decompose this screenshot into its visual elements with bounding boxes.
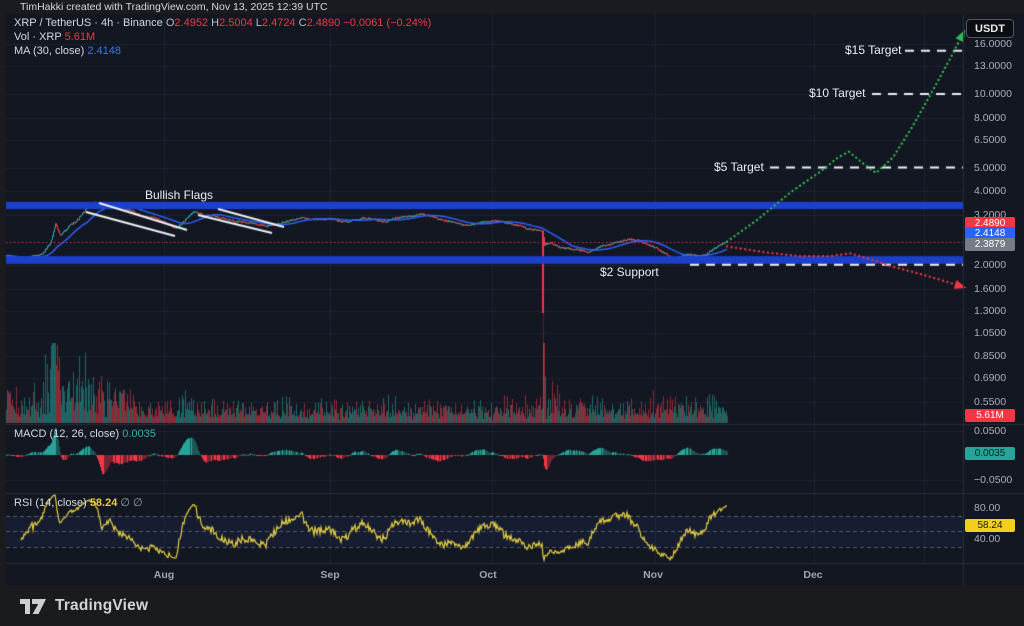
rsi-hidden-plots-icon[interactable]: ∅ ∅	[120, 497, 142, 509]
bottom-bar: TradingView	[0, 585, 1024, 626]
time-axis-label: Nov	[643, 569, 663, 581]
macd-value: 0.0035	[122, 428, 156, 440]
annotation-5-target[interactable]: $5 Target	[714, 160, 764, 174]
tradingview-logo-icon	[20, 598, 47, 615]
price-axis-label: 10.0000	[974, 88, 1012, 100]
legend: XRP / TetherUS · 4h · Binance O2.4952 H2…	[14, 17, 431, 59]
price-axis-label: 0.6900	[974, 372, 1006, 384]
price-change: −0.0061 (−0.24%)	[343, 17, 431, 29]
price-axis-label: 40.00	[974, 533, 1000, 545]
price-axis-label: 1.6000	[974, 283, 1006, 295]
macd-label[interactable]: MACD (12, 26, close)	[14, 428, 119, 440]
price-axis-label: 1.3000	[974, 305, 1006, 317]
volume-value: 5.61M	[65, 31, 96, 43]
ohlc-value: 2.4724	[262, 17, 296, 29]
price-axis-label: 1.0500	[974, 327, 1006, 339]
price-axis-label: 13.0000	[974, 60, 1012, 72]
price-axis-label: 80.00	[974, 502, 1000, 514]
price-tag: 0.0035	[965, 447, 1015, 460]
tradingview-logo[interactable]: TradingView	[20, 597, 148, 615]
ohlc-value: 2.4890	[307, 17, 341, 29]
legend-row-ma: MA (30, close) 2.4148	[14, 45, 431, 59]
tradingview-screenshot: TimHakki created with TradingView.com, N…	[0, 0, 1024, 626]
ohlc-value: 2.5004	[219, 17, 253, 29]
ma-value: 2.4148	[87, 45, 121, 57]
volume-indicator-label[interactable]: Vol · XRP	[14, 31, 62, 43]
price-axis-label: 0.0500	[974, 425, 1006, 437]
ohlc-key: H	[208, 17, 219, 29]
price-axis-label: 0.8500	[974, 350, 1006, 362]
price-axis-label: 2.0000	[974, 259, 1006, 271]
price-tag: 5.61M	[965, 409, 1015, 422]
price-axis-label: 0.5500	[974, 396, 1006, 408]
chart-canvas[interactable]	[0, 0, 1024, 626]
rsi-legend: RSI (14, close) 58.24 ∅ ∅	[14, 496, 143, 509]
ohlc-key: L	[253, 17, 262, 29]
price-axis-label: 5.0000	[974, 162, 1006, 174]
time-axis[interactable]: Aug Sep Oct Nov Dec	[6, 563, 963, 585]
tradingview-brand-text: TradingView	[55, 597, 148, 615]
price-tag: 58.24	[965, 519, 1015, 532]
annotation-bullish-flags[interactable]: Bullish Flags	[145, 188, 213, 202]
rsi-value: 58.24	[90, 497, 118, 509]
time-axis-label: Dec	[803, 569, 822, 581]
rsi-label[interactable]: RSI (14, close)	[14, 497, 87, 509]
macd-legend: MACD (12, 26, close) 0.0035	[14, 428, 156, 440]
price-axis-label: 8.0000	[974, 112, 1006, 124]
ma-indicator-label[interactable]: MA (30, close)	[14, 45, 84, 57]
price-axis-label: 16.0000	[974, 38, 1012, 50]
currency-toggle-button[interactable]: USDT	[966, 19, 1014, 38]
time-axis-label: Aug	[154, 569, 174, 581]
annotation-2-support[interactable]: $2 Support	[600, 265, 659, 279]
symbol-title[interactable]: XRP / TetherUS · 4h · Binance	[14, 17, 163, 29]
annotation-15-target[interactable]: $15 Target	[845, 43, 902, 57]
price-tag: 2.3879	[965, 238, 1015, 251]
ohlc-values: O2.4952 H2.5004 L2.4724 C2.4890	[166, 17, 340, 29]
ohlc-value: 2.4952	[174, 17, 208, 29]
ohlc-key: C	[296, 17, 307, 29]
price-axis-label: 4.0000	[974, 185, 1006, 197]
price-axis-label: 6.5000	[974, 134, 1006, 146]
annotation-10-target[interactable]: $10 Target	[809, 86, 866, 100]
legend-row-symbol: XRP / TetherUS · 4h · Binance O2.4952 H2…	[14, 17, 431, 31]
price-axis[interactable]: 16.0000 13.0000 10.0000 8.0000 6.5000 5.0000 4…	[963, 14, 1024, 585]
time-axis-label: Oct	[479, 569, 497, 581]
price-axis-label: −0.0500	[974, 474, 1012, 486]
legend-row-volume: Vol · XRP 5.61M	[14, 31, 431, 45]
time-axis-label: Sep	[320, 569, 339, 581]
